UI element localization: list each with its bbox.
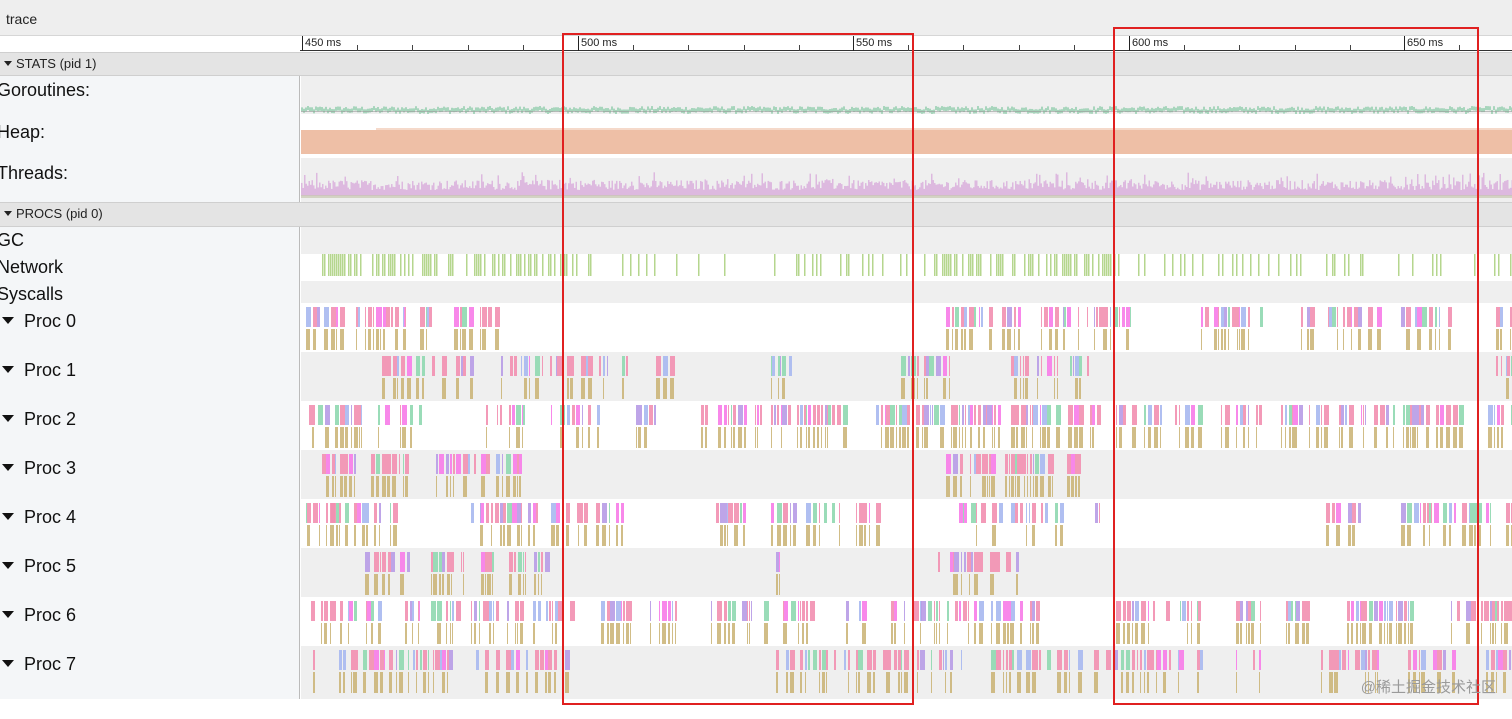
proc-3-events (322, 454, 1081, 497)
collapse-triangle-icon (2, 366, 14, 373)
proc-4-events (306, 503, 1512, 546)
threads-track[interactable] (301, 158, 1512, 202)
ruler-label-500: 500 ms (581, 37, 618, 49)
collapse-triangle-icon (2, 464, 14, 471)
collapse-triangle-icon (2, 611, 14, 618)
ruler-major-tick (578, 36, 579, 51)
proc-5-events (365, 552, 1019, 595)
watermark: @稀土掘金技术社区 (1360, 679, 1496, 696)
proc-7-label[interactable]: Proc 7 (2, 654, 76, 675)
proc-2-label[interactable]: Proc 2 (2, 409, 76, 430)
collapse-triangle-icon (4, 61, 12, 66)
threads-label: Threads: (0, 163, 69, 183)
ruler-label-650: 650 ms (1407, 37, 1444, 49)
procs-label-column: GC Network Syscalls Proc 0 Proc 1 Proc 2… (0, 227, 300, 699)
proc-7-events (313, 650, 1511, 693)
proc-1-title: Proc 1 (24, 360, 77, 380)
proc-6-events (311, 601, 1512, 644)
collapse-triangle-icon (2, 562, 14, 569)
proc-4-title: Proc 4 (24, 507, 77, 527)
proc-7-title: Proc 7 (24, 654, 77, 674)
collapse-triangle-icon (2, 415, 14, 422)
proc-4-label[interactable]: Proc 4 (2, 507, 76, 528)
ruler-label-600: 600 ms (1132, 37, 1169, 49)
goroutines-counter-graph (301, 106, 1512, 114)
proc-0-track[interactable] (301, 303, 1512, 352)
ruler-label-550: 550 ms (856, 37, 893, 49)
proc-6-title: Proc 6 (24, 605, 77, 625)
proc-5-track[interactable] (301, 548, 1512, 597)
heap-label: Heap: (0, 122, 46, 142)
syscalls-track[interactable] (301, 281, 1512, 303)
collapse-triangle-icon (2, 513, 14, 520)
ruler-label-450: 450 ms (305, 37, 342, 49)
proc-7-track[interactable] (301, 646, 1512, 699)
ruler-major-tick (1404, 36, 1405, 51)
proc-4-track[interactable] (301, 499, 1512, 548)
ruler-major-tick (302, 36, 303, 51)
proc-5-title: Proc 5 (24, 556, 77, 576)
proc-3-track[interactable] (301, 450, 1512, 499)
goroutines-track[interactable] (301, 76, 1512, 114)
proc-6-track[interactable] (301, 597, 1512, 646)
gc-label: GC (0, 230, 24, 250)
proc-0-label[interactable]: Proc 0 (2, 311, 76, 332)
stats-section-title: STATS (pid 1) (16, 56, 97, 71)
proc-2-track[interactable] (301, 401, 1512, 450)
ruler-axis (300, 50, 1512, 51)
ruler-major-tick (1129, 36, 1130, 51)
top-bar: trace (0, 0, 1512, 36)
heap-counter-graph (301, 128, 1512, 154)
network-track[interactable] (301, 254, 1512, 281)
proc-1-label[interactable]: Proc 1 (2, 360, 76, 381)
ruler-major-tick (853, 36, 854, 51)
stats-section-label: STATS (pid 1) (4, 56, 96, 71)
syscalls-label: Syscalls (0, 284, 64, 304)
network-events (322, 254, 1512, 276)
proc-3-title: Proc 3 (24, 458, 77, 478)
proc-0-events (306, 307, 1512, 350)
proc-3-label[interactable]: Proc 3 (2, 458, 76, 479)
time-ruler[interactable]: 450 ms 500 ms 550 ms 600 ms 650 ms (300, 36, 1512, 52)
collapse-triangle-icon (2, 317, 14, 324)
proc-5-label[interactable]: Proc 5 (2, 556, 76, 577)
procs-section-title: PROCS (pid 0) (16, 206, 103, 221)
proc-1-track[interactable] (301, 352, 1512, 401)
heap-track[interactable] (301, 114, 1512, 158)
gc-track[interactable] (301, 227, 1512, 254)
collapse-triangle-icon (4, 211, 12, 216)
procs-section-header[interactable]: PROCS (pid 0) (0, 202, 1512, 227)
proc-0-title: Proc 0 (24, 311, 77, 331)
proc-2-title: Proc 2 (24, 409, 77, 429)
network-label: Network (0, 257, 64, 277)
proc-1-events (382, 356, 1512, 399)
threads-counter-graph (301, 172, 1512, 198)
collapse-triangle-icon (2, 660, 14, 667)
proc-2-events (309, 405, 1512, 448)
procs-section-label: PROCS (pid 0) (4, 206, 103, 221)
trace-title: trace (6, 11, 38, 27)
stats-section-header[interactable]: STATS (pid 1) (0, 52, 1512, 76)
stats-label-column: Goroutines: Heap: Threads: (0, 76, 300, 202)
proc-6-label[interactable]: Proc 6 (2, 605, 76, 626)
goroutines-label: Goroutines: (0, 80, 91, 100)
